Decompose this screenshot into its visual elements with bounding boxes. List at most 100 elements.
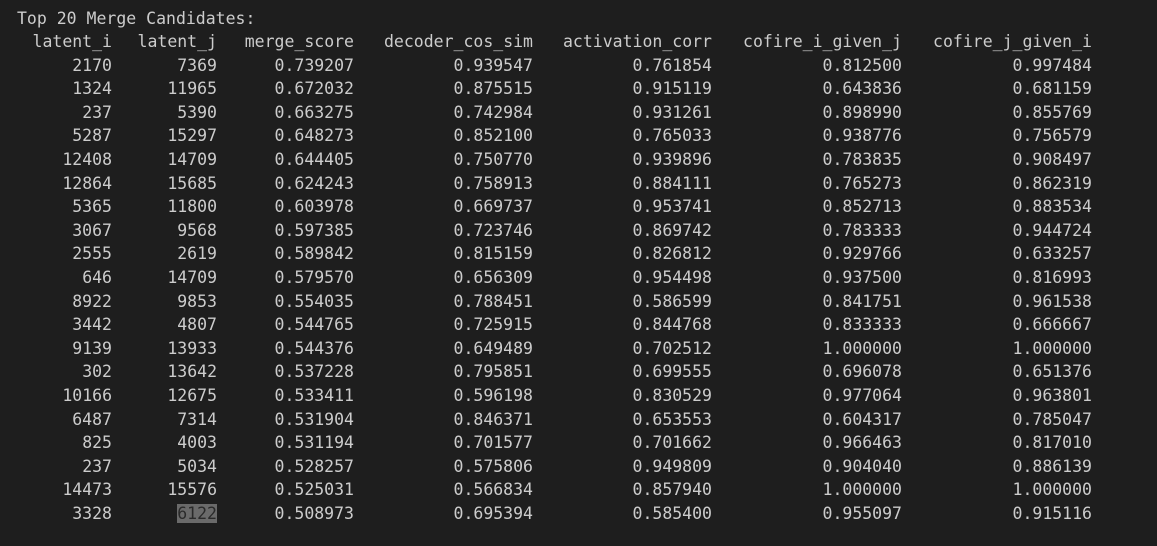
cell-cofire-i-given-j: 0.833333	[712, 313, 902, 337]
cell-merge-score: 0.531904	[217, 408, 354, 432]
cell-latent-i: 2555	[10, 242, 112, 266]
cell-latent-j: 9853	[112, 290, 217, 314]
cell-latent-i: 302	[10, 360, 112, 384]
cell-activation-corr: 0.699555	[533, 360, 712, 384]
cell-value: 0.765033	[632, 126, 712, 146]
column-header-decoder-cos-sim: decoder_cos_sim	[383, 32, 533, 51]
cell-value: 0.857940	[632, 480, 712, 500]
cell-activation-corr: 0.857940	[533, 478, 712, 502]
cell-latent-i: 646	[10, 266, 112, 290]
cell-value: 0.997484	[1012, 55, 1092, 75]
cell-decoder-cos-sim: 0.742984	[354, 101, 533, 125]
cell-latent-j: 14709	[112, 148, 217, 172]
cell-value: 0.531904	[274, 409, 354, 429]
cell-merge-score: 0.508973	[217, 502, 354, 526]
cell-activation-corr: 0.702512	[533, 337, 712, 361]
cell-value: 0.812500	[822, 55, 902, 75]
cell-activation-corr: 0.939896	[533, 148, 712, 172]
cell-activation-corr: 0.844768	[533, 313, 712, 337]
table-row: 302 13642 0.537228 0.795851 0.699555 0.696078…	[10, 360, 1092, 384]
cell-value: 0.672032	[274, 79, 354, 99]
cell-value: 0.597385	[274, 220, 354, 240]
cell-value: 0.533411	[274, 385, 354, 405]
cell-value: 0.666667	[1012, 315, 1092, 335]
cell-value: 8922	[72, 291, 112, 311]
cell-value: 0.939896	[632, 149, 712, 169]
table-row: 10166 12675 0.533411 0.596198 0.830529 0.9770…	[10, 384, 1092, 408]
cell-value: 237	[82, 102, 112, 122]
cell-cofire-i-given-j: 0.929766	[712, 242, 902, 266]
cell-value: 0.725915	[453, 315, 533, 335]
cell-activation-corr: 0.653553	[533, 408, 712, 432]
cell-activation-corr: 0.915119	[533, 77, 712, 101]
cell-value: 0.699555	[632, 362, 712, 382]
cell-value: 0.904040	[822, 456, 902, 476]
cell-latent-i: 237	[10, 101, 112, 125]
cell-value: 0.702512	[632, 338, 712, 358]
cell-cofire-j-given-i: 0.756579	[902, 124, 1092, 148]
cell-merge-score: 0.544376	[217, 337, 354, 361]
cell-cofire-i-given-j: 1.000000	[712, 337, 902, 361]
cell-value: 0.875515	[453, 79, 533, 99]
column-header-cofire-j-given-i: cofire_j_given_i	[933, 32, 1092, 51]
cell-decoder-cos-sim: 0.758913	[354, 172, 533, 196]
cell-value: 0.544765	[274, 315, 354, 335]
cell-decoder-cos-sim: 0.596198	[354, 384, 533, 408]
cell-cofire-j-given-i: 1.000000	[902, 478, 1092, 502]
cell-cofire-j-given-i: 0.633257	[902, 242, 1092, 266]
cell-cofire-j-given-i: 0.908497	[902, 148, 1092, 172]
cell-value: 0.846371	[453, 409, 533, 429]
cell-decoder-cos-sim: 0.566834	[354, 478, 533, 502]
cell-merge-score: 0.672032	[217, 77, 354, 101]
cell-value: 0.862319	[1012, 173, 1092, 193]
cell-value: 0.954498	[632, 267, 712, 287]
cell-value: 0.531194	[274, 433, 354, 453]
cell-decoder-cos-sim: 0.656309	[354, 266, 533, 290]
cell-latent-i: 9139	[10, 337, 112, 361]
cell-cofire-j-given-i: 0.855769	[902, 101, 1092, 125]
cell-latent-j: 11800	[112, 195, 217, 219]
cell-value: 0.554035	[274, 291, 354, 311]
cell-value: 0.841751	[822, 291, 902, 311]
cell-value: 0.855769	[1012, 102, 1092, 122]
column-header-merge-score: merge_score	[244, 32, 354, 51]
cell-latent-j: 4807	[112, 313, 217, 337]
cell-value: 0.816993	[1012, 267, 1092, 287]
cell-value: 5034	[177, 456, 217, 476]
cell-latent-i: 8922	[10, 290, 112, 314]
cell-value: 14473	[62, 480, 112, 500]
cell-cofire-i-given-j: 0.765273	[712, 172, 902, 196]
cell-activation-corr: 0.585400	[533, 502, 712, 526]
cell-cofire-i-given-j: 0.966463	[712, 431, 902, 455]
cell-merge-score: 0.624243	[217, 172, 354, 196]
table-row: 3067 9568 0.597385 0.723746 0.869742 0.783333…	[10, 219, 1092, 243]
cell-value: 12408	[62, 149, 112, 169]
cell-value: 0.931261	[632, 102, 712, 122]
cell-value: 0.663275	[274, 102, 354, 122]
cell-value: 0.795851	[453, 362, 533, 382]
cell-value: 9139	[72, 338, 112, 358]
cell-value: 0.788451	[453, 291, 533, 311]
cell-merge-score: 0.597385	[217, 219, 354, 243]
cell-activation-corr: 0.826812	[533, 242, 712, 266]
cell-decoder-cos-sim: 0.788451	[354, 290, 533, 314]
cell-decoder-cos-sim: 0.750770	[354, 148, 533, 172]
cell-value: 6487	[72, 409, 112, 429]
cell-cofire-i-given-j: 0.938776	[712, 124, 902, 148]
cell-value: 3442	[72, 315, 112, 335]
cell-activation-corr: 0.701662	[533, 431, 712, 455]
terminal-output[interactable]: Top 20 Merge Candidates: latent_i latent…	[0, 0, 1157, 546]
cell-value: 4003	[177, 433, 217, 453]
cell-cofire-j-given-i: 0.883534	[902, 195, 1092, 219]
cell-value: 2170	[72, 55, 112, 75]
cell-merge-score: 0.663275	[217, 101, 354, 125]
cell-value: 0.651376	[1012, 362, 1092, 382]
cell-cofire-j-given-i: 0.681159	[902, 77, 1092, 101]
cell-value: 0.883534	[1012, 197, 1092, 217]
cell-latent-j: 9568	[112, 219, 217, 243]
cell-value: 0.961538	[1012, 291, 1092, 311]
cell-value: 0.783333	[822, 220, 902, 240]
cell-activation-corr: 0.953741	[533, 195, 712, 219]
cell-merge-score: 0.528257	[217, 455, 354, 479]
table-row: 2555 2619 0.589842 0.815159 0.826812 0.929766…	[10, 242, 1092, 266]
